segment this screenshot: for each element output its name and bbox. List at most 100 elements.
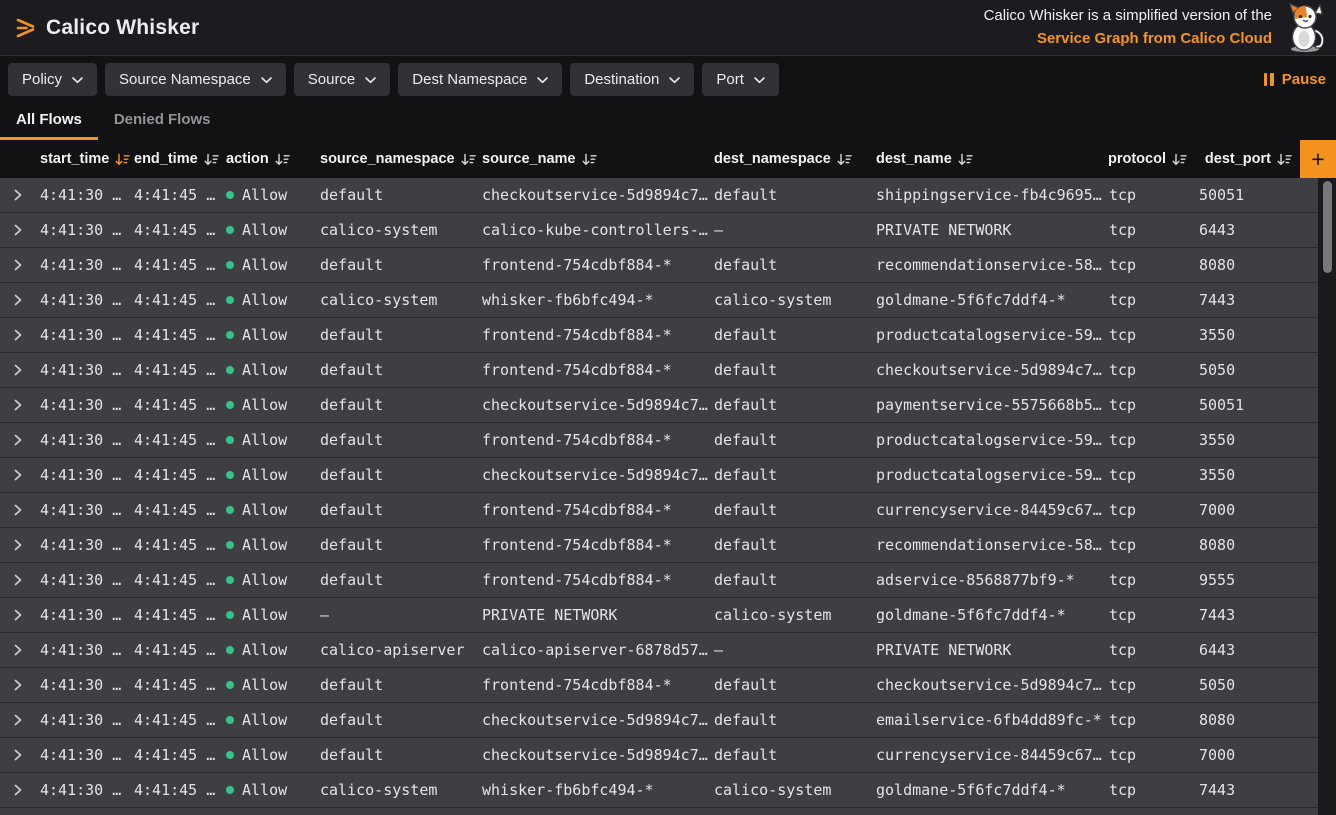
- table-header: start_timeend_timeactionsource_namespace…: [0, 140, 1336, 178]
- col-header-action[interactable]: action: [222, 140, 316, 178]
- table-row[interactable]: 4:41:30 …4:41:45 …Allowcalico-apiserverc…: [0, 633, 1318, 668]
- scrollbar-thumb[interactable]: [1323, 181, 1332, 273]
- expand-chevron-icon[interactable]: [14, 469, 22, 481]
- chevron-down-icon: [72, 77, 83, 84]
- cell-dest_port: 50051: [1195, 178, 1318, 212]
- allow-status-dot: [226, 646, 234, 654]
- filter-source[interactable]: Source: [294, 63, 391, 96]
- tab-all-flows[interactable]: All Flows: [0, 102, 98, 140]
- allow-status-dot: [226, 296, 234, 304]
- cell-action: Allow: [222, 563, 316, 597]
- cell-source_name: PRIVATE NETWORK: [478, 598, 710, 632]
- sort-icon[interactable]: [1277, 153, 1292, 166]
- cell-action: Allow: [222, 248, 316, 282]
- app-title: Calico Whisker: [46, 16, 199, 40]
- sort-icon[interactable]: [204, 153, 219, 166]
- cell-protocol: tcp: [1105, 493, 1195, 527]
- expand-chevron-icon[interactable]: [14, 329, 22, 341]
- table-row[interactable]: 4:41:30 …4:41:45 …Allowdefaultfrontend-7…: [0, 563, 1318, 598]
- cell-dest_name: currencyservice-84459c67…: [872, 738, 1105, 772]
- cell-dest_namespace: –: [710, 213, 872, 247]
- col-header-dest_namespace[interactable]: dest_namespace: [710, 140, 872, 178]
- sort-icon[interactable]: [461, 153, 476, 166]
- expand-chevron-icon[interactable]: [14, 504, 22, 516]
- service-graph-link[interactable]: Service Graph from Calico Cloud: [1037, 30, 1272, 47]
- filter-label: Destination: [584, 71, 659, 88]
- expand-chevron-icon[interactable]: [14, 189, 22, 201]
- expand-chevron-icon[interactable]: [14, 714, 22, 726]
- expand-chevron-icon[interactable]: [14, 364, 22, 376]
- cell-source_name: checkoutservice-5d9894c7…: [478, 178, 710, 212]
- sort-icon[interactable]: [582, 153, 597, 166]
- table-row[interactable]: 4:41:30 …4:41:45 …Allowdefaultfrontend-7…: [0, 423, 1318, 458]
- table-row[interactable]: 4:41:30 …4:41:45 …Allowdefaultcheckoutse…: [0, 738, 1318, 773]
- cell-end_time: 4:41:45 …: [130, 738, 222, 772]
- expand-chevron-icon[interactable]: [14, 784, 22, 796]
- sort-icon[interactable]: [958, 153, 973, 166]
- table-row[interactable]: 4:41:30 …4:41:45 …Allow–PRIVATE NETWORKc…: [0, 598, 1318, 633]
- expand-column-header: [0, 140, 36, 178]
- cell-dest_name: checkoutservice-5d9894c7…: [872, 668, 1105, 702]
- expand-chevron-icon[interactable]: [14, 224, 22, 236]
- cell-start_time: 4:41:30 …: [36, 528, 130, 562]
- table-row[interactable]: 4:41:30 …4:41:45 …Allowdefaultfrontend-7…: [0, 248, 1318, 283]
- col-header-source_namespace[interactable]: source_namespace: [316, 140, 478, 178]
- filter-destination[interactable]: Destination: [570, 63, 694, 96]
- expand-chevron-icon[interactable]: [14, 539, 22, 551]
- vertical-scrollbar[interactable]: [1318, 178, 1336, 815]
- col-header-protocol[interactable]: protocol: [1105, 140, 1195, 178]
- sort-icon[interactable]: [115, 153, 130, 166]
- filter-port[interactable]: Port: [702, 63, 779, 96]
- expand-chevron-icon[interactable]: [14, 644, 22, 656]
- col-header-source_name[interactable]: source_name: [478, 140, 710, 178]
- filter-label: Source: [308, 71, 356, 88]
- col-header-dest_port[interactable]: dest_port: [1195, 140, 1300, 178]
- cell-source_namespace: calico-system: [316, 213, 478, 247]
- pause-button[interactable]: Pause: [1264, 71, 1326, 88]
- app-header: Calico Whisker Calico Whisker is a simpl…: [0, 0, 1336, 56]
- column-headers: start_timeend_timeactionsource_namespace…: [0, 140, 1300, 178]
- table-row[interactable]: 4:41:30 …4:41:45 …Allowcalico-systemcali…: [0, 213, 1318, 248]
- table-row[interactable]: 4:41:30 …4:41:45 …Allowdefaultfrontend-7…: [0, 493, 1318, 528]
- table-row[interactable]: 4:41:30 …4:41:45 …Allowdefaultcheckoutse…: [0, 178, 1318, 213]
- expand-chevron-icon[interactable]: [14, 749, 22, 761]
- allow-status-dot: [226, 576, 234, 584]
- table-row[interactable]: 4:41:30 …4:41:45 …Allowcalico-systemwhis…: [0, 773, 1318, 808]
- table-row[interactable]: 4:41:30 …4:41:45 …Allowdefaultcheckoutse…: [0, 388, 1318, 423]
- sort-icon[interactable]: [837, 153, 852, 166]
- cell-end_time: 4:41:45 …: [130, 388, 222, 422]
- expand-chevron-icon[interactable]: [14, 679, 22, 691]
- col-header-start_time[interactable]: start_time: [36, 140, 130, 178]
- cell-source_name: frontend-754cdbf884-*: [478, 248, 710, 282]
- filter-dest-namespace[interactable]: Dest Namespace: [398, 63, 562, 96]
- sort-icon[interactable]: [1172, 153, 1187, 166]
- allow-status-dot: [226, 436, 234, 444]
- expand-chevron-icon[interactable]: [14, 609, 22, 621]
- table-row[interactable]: 4:41:30 …4:41:45 …Allowdefaultfrontend-7…: [0, 353, 1318, 388]
- table-row[interactable]: 4:41:30 …4:41:45 …Allowdefaultfrontend-7…: [0, 318, 1318, 353]
- cell-source_namespace: default: [316, 703, 478, 737]
- cell-protocol: tcp: [1105, 668, 1195, 702]
- filter-policy[interactable]: Policy: [8, 63, 97, 96]
- expand-chevron-icon[interactable]: [14, 259, 22, 271]
- expand-chevron-icon[interactable]: [14, 399, 22, 411]
- col-header-dest_name[interactable]: dest_name: [872, 140, 1105, 178]
- table-row[interactable]: 4:41:30 …4:41:45 …Allowdefaultcheckoutse…: [0, 703, 1318, 738]
- col-header-end_time[interactable]: end_time: [130, 140, 222, 178]
- table-row[interactable]: 4:41:30 …4:41:45 …Allowdefaultcheckoutse…: [0, 458, 1318, 493]
- filter-source-namespace[interactable]: Source Namespace: [105, 63, 286, 96]
- cell-source_name: frontend-754cdbf884-*: [478, 353, 710, 387]
- tab-denied-flows[interactable]: Denied Flows: [98, 102, 227, 140]
- table-row[interactable]: 4:41:30 …4:41:45 …Allowdefaultfrontend-7…: [0, 528, 1318, 563]
- sort-icon[interactable]: [275, 153, 290, 166]
- whisker-logo-icon: [14, 15, 38, 41]
- expand-chevron-icon[interactable]: [14, 294, 22, 306]
- cell-dest_port: 8080: [1195, 528, 1318, 562]
- table-row[interactable]: 4:41:30 …4:41:45 …Allowcalico-systemwhis…: [0, 283, 1318, 318]
- table-row[interactable]: 4:41:30 …4:41:45 …Allowdefaultfrontend-7…: [0, 668, 1318, 703]
- cell-dest_namespace: default: [710, 423, 872, 457]
- cell-dest_port: 8080: [1195, 248, 1318, 282]
- expand-chevron-icon[interactable]: [14, 434, 22, 446]
- expand-chevron-icon[interactable]: [14, 574, 22, 586]
- add-column-button[interactable]: +: [1300, 140, 1336, 178]
